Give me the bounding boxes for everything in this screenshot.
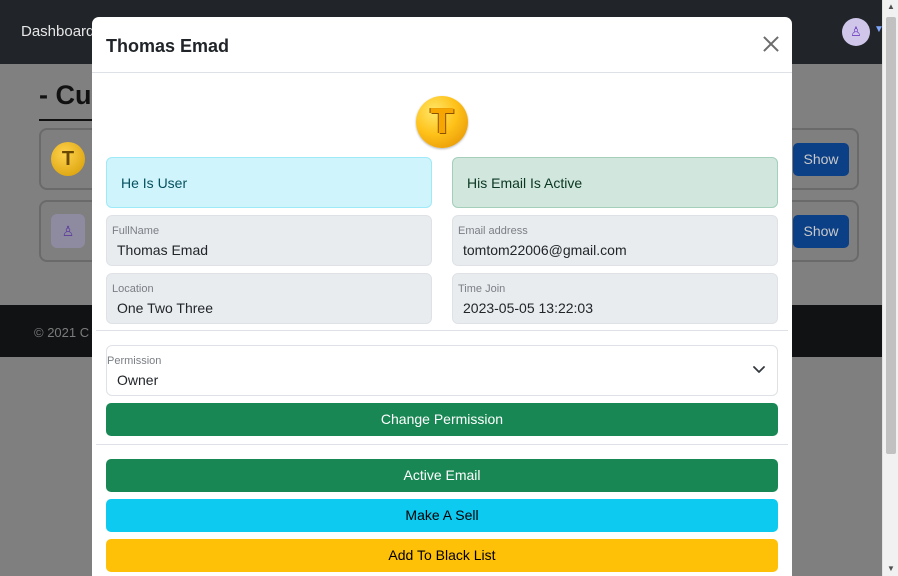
active-email-button[interactable]: Active Email — [106, 459, 778, 492]
divider — [96, 330, 788, 331]
modal-title: Thomas Emad — [106, 36, 230, 56]
email-value: tomtom22006@gmail.com — [463, 242, 627, 258]
user-modal: Thomas Emad T He Is User His Email Is Ac… — [92, 17, 792, 576]
fullname-field: FullName Thomas Emad — [106, 215, 432, 266]
modal-header: Thomas Emad — [92, 17, 792, 73]
footer-copyright: © 2021 C — [34, 325, 90, 340]
close-icon[interactable] — [760, 33, 782, 55]
divider — [96, 444, 788, 445]
permission-label: Permission — [107, 355, 162, 367]
change-permission-button[interactable]: Change Permission — [106, 403, 778, 436]
add-black-list-button[interactable]: Add To Black List — [106, 539, 778, 572]
permission-select[interactable]: Permission Owner — [106, 345, 778, 396]
scroll-down-icon[interactable]: ▼ — [883, 562, 898, 576]
scrollbar[interactable]: ▲ ▼ — [882, 0, 898, 576]
chevron-down-icon — [753, 366, 765, 373]
avatar-letter: T — [430, 102, 454, 142]
customer-avatar: T — [51, 142, 85, 176]
location-field: Location One Two Three — [106, 273, 432, 324]
show-button[interactable]: Show — [793, 143, 849, 176]
time-join-label: Time Join — [458, 283, 506, 295]
email-status-alert: His Email Is Active — [452, 157, 778, 208]
customer-avatar: ♙ — [51, 214, 85, 248]
profile-avatar: T — [416, 96, 468, 148]
scrollbar-thumb[interactable] — [886, 17, 896, 454]
make-sell-button[interactable]: Make A Sell — [106, 499, 778, 532]
email-field: Email address tomtom22006@gmail.com — [452, 215, 778, 266]
user-icon: ♙ — [850, 24, 862, 39]
navbar-brand[interactable]: Dashboard — [21, 23, 94, 40]
email-label: Email address — [458, 225, 528, 237]
fullname-label: FullName — [112, 225, 160, 237]
permission-value: Owner — [117, 372, 159, 388]
scroll-up-icon[interactable]: ▲ — [883, 0, 898, 14]
role-alert: He Is User — [106, 157, 432, 208]
fullname-value: Thomas Emad — [117, 242, 209, 258]
location-value: One Two Three — [117, 300, 213, 316]
show-button[interactable]: Show — [793, 215, 849, 248]
user-avatar[interactable]: ♙ — [842, 18, 870, 46]
time-join-field: Time Join 2023-05-05 13:22:03 — [452, 273, 778, 324]
time-join-value: 2023-05-05 13:22:03 — [463, 300, 593, 316]
location-label: Location — [112, 283, 154, 295]
